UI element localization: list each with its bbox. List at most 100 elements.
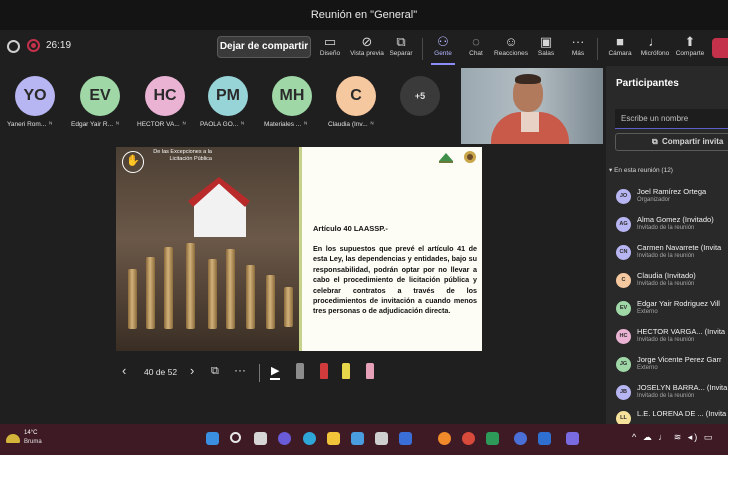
recording-icon [27,39,40,52]
participant-row[interactable]: C Claudia (Invitado) Invitado de la reun… [616,270,728,294]
meeting-toolbar: 26:19 Dejar de compartir ▭ Diseño ⊘ Vist… [0,30,728,66]
institution-logo [439,153,453,163]
share-button[interactable]: ⬆ Comparte [675,33,705,65]
house-model [194,181,246,237]
pen-icon[interactable] [296,363,304,379]
avatar: HC [616,329,631,344]
shield-icon[interactable] [7,40,20,53]
store-icon[interactable] [351,432,364,445]
more-icon: ··· [571,34,585,49]
article-body: En los supuestos que prevé el artículo 4… [313,244,477,316]
participant-video[interactable] [461,68,603,144]
preview-button[interactable]: ⊘ Vista previa [348,33,386,65]
more-options-button[interactable]: ··· [234,363,246,377]
participant-name: Materiales ... ᴺ [264,121,308,128]
calendar-icon[interactable] [375,432,388,445]
temperature: 14°C [24,430,38,436]
teams-meeting-window: Reunión en "General" 26:19 Dejar de comp… [0,0,728,455]
people-icon: ⚇ [437,34,449,49]
grid-view-icon[interactable]: ⧉ [211,365,219,378]
slide-photo: ✋ De las Excepciones a la Licitación Púb… [116,147,299,351]
chrome-icon[interactable] [462,432,475,445]
avatar: EV [616,301,631,316]
start-icon[interactable] [206,432,219,445]
avatar: C [616,273,631,288]
toolbar-divider [597,38,598,60]
chat-icon: ◌ [472,34,480,49]
participant-row[interactable]: JG Jorge Vicente Perez Garr Externo [616,354,728,378]
firefox-icon[interactable] [438,432,451,445]
participant-row[interactable]: JO Joel Ramírez Ortega Organizador [616,186,728,210]
rooms-button[interactable]: ▣ Salas [536,33,556,65]
mic-off-icon: ᴺ [182,121,186,128]
participant-row[interactable]: CN Carmen Navarrete (Invita Invitado de … [616,242,728,266]
highlighter-icon[interactable] [342,363,350,379]
search-icon[interactable] [230,432,241,443]
participants-panel: Participantes Escribe un nombre ⧉ Compar… [606,66,728,427]
excel-icon[interactable] [486,432,499,445]
layout-button[interactable]: ▭ Diseño [318,33,342,65]
camera-icon: ■ [616,34,624,49]
shared-content-area: ✋ De las Excepciones a la Licitación Púb… [0,144,606,424]
word-icon[interactable] [399,432,412,445]
teams-chat-icon[interactable] [278,432,291,445]
people-button[interactable]: ⚇ Gente [431,33,455,65]
edge-icon[interactable] [303,432,316,445]
participant-name: Claudia (Inv... ᴺ [328,121,374,128]
participant-row[interactable]: EV Edgar Yair Rodriguez Vill Externo [616,298,728,322]
reactions-button[interactable]: ☺ Reacciones [494,33,528,65]
window-title: Reunión en "General" [310,9,418,21]
participant-name: HECTOR VA... ᴺ [137,121,186,128]
participant-name: Edgar Yair R... ᴺ [71,121,119,128]
avatar[interactable]: PM [208,76,248,116]
participant-name: PAOLA GO... ᴺ [200,121,244,128]
system-tray[interactable]: ^ ☁ ♩ ≋ ◂) ▭ [632,432,714,443]
avatar[interactable]: EV [80,76,120,116]
participant-search-input[interactable]: Escribe un nombre [615,109,728,129]
in-meeting-section-header[interactable]: ▾ En esta reunión (12) [609,166,673,174]
stop-sharing-button[interactable]: Dejar de compartir [217,36,311,58]
task-view-icon[interactable] [254,432,267,445]
microphone-button[interactable]: ♩ Micrófono [640,33,670,65]
participant-row[interactable]: AG Alma Gomez (Invitado) Invitado de la … [616,214,728,238]
more-button[interactable]: ··· Más [568,33,588,65]
rooms-icon: ▣ [539,34,553,49]
overflow-participants-button[interactable]: +5 [400,76,440,116]
mic-off-icon: ᴺ [116,121,119,128]
panel-title: Participantes [616,78,679,89]
camera-button[interactable]: ■ Cámara [608,33,632,65]
avatar[interactable]: HC [145,76,185,116]
participant-row[interactable]: JB JOSELYN BARRA... (Invita Invitado de … [616,382,728,406]
avatar[interactable]: C [336,76,376,116]
participant-name: Yaneri Rom... ᴺ [7,121,53,128]
chat-button[interactable]: ◌ Chat [466,33,486,65]
avatar[interactable]: MH [272,76,312,116]
popout-button[interactable]: ⧉ Separar [389,33,413,65]
coat-of-arms-logo [464,151,476,163]
controls-divider [259,364,260,382]
weather-condition: Bruma [24,439,42,445]
file-explorer-icon[interactable] [327,432,340,445]
previous-slide-button[interactable]: ‹ [122,363,126,378]
popout-icon: ⧉ [396,34,406,49]
share-icon: ⬆ [684,34,696,49]
teams-icon[interactable] [566,432,579,445]
slide-text-panel: Artículo 40 LAASSP.- En los supuestos qu… [299,147,482,351]
mic-off-icon: ♩ [648,34,662,49]
word-doc-icon[interactable] [538,432,551,445]
share-invite-button[interactable]: ⧉ Compartir invita [615,133,728,151]
avatar: CN [616,245,631,260]
avatar[interactable]: YO [15,76,55,116]
eraser-icon[interactable] [366,363,374,379]
laser-pointer-icon[interactable]: ▶ [270,364,281,380]
page-indicator: 40 de 52 [144,367,178,377]
weather-icon[interactable] [6,434,20,443]
next-slide-button[interactable]: › [190,363,194,378]
reactions-icon: ☺ [504,34,518,49]
participant-row[interactable]: HC HECTOR VARGA... (Invita Invitado de l… [616,326,728,350]
red-pen-icon[interactable] [320,363,328,379]
meeting-timer: 26:19 [46,40,72,51]
windows-taskbar: 14°C Bruma ^ ☁ ♩ ≋ ◂) ▭ [0,424,728,455]
app-icon[interactable] [514,432,527,445]
leave-button[interactable] [712,38,728,58]
